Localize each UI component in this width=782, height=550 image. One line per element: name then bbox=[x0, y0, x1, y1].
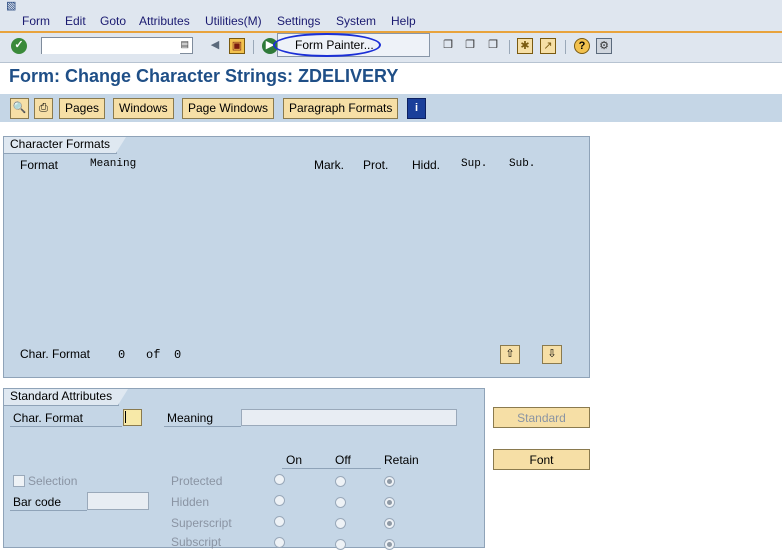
menu-goto[interactable]: Goto bbox=[100, 14, 126, 28]
find-icon[interactable]: ❐ bbox=[462, 38, 478, 54]
copy-page-icon[interactable]: ❐ bbox=[440, 38, 456, 54]
label-underline bbox=[164, 426, 241, 427]
col-meaning: Meaning bbox=[90, 158, 137, 170]
menu-utilities[interactable]: Utilities(M) bbox=[205, 14, 262, 28]
display-icon[interactable]: 🔍 bbox=[10, 98, 29, 119]
save-icon[interactable]: ▣ bbox=[229, 38, 245, 54]
print-icon[interactable]: ⎙ bbox=[34, 98, 53, 119]
protected-off-radio bbox=[335, 476, 346, 487]
hidden-retain-radio bbox=[384, 497, 395, 508]
menu-form[interactable]: Form bbox=[22, 14, 50, 28]
label-underline bbox=[10, 510, 87, 511]
char-format-total: 0 bbox=[174, 348, 182, 362]
create-session-icon[interactable]: ↗ bbox=[540, 38, 556, 54]
subscript-on-radio bbox=[274, 537, 285, 548]
pages-button[interactable]: Pages bbox=[59, 98, 106, 119]
command-input[interactable] bbox=[42, 38, 180, 54]
subscript-off-radio bbox=[335, 539, 346, 550]
retain-header: Retain bbox=[384, 453, 419, 467]
command-field[interactable]: ▤ bbox=[41, 37, 193, 54]
superscript-on-radio bbox=[274, 516, 285, 527]
subscript-retain-radio bbox=[384, 539, 395, 550]
back-arrow-icon[interactable]: ◀ bbox=[207, 38, 223, 54]
superscript-retain-radio bbox=[384, 518, 395, 529]
subscript-label: Subscript bbox=[171, 535, 222, 549]
meaning-label: Meaning bbox=[167, 411, 214, 425]
toolbar-separator bbox=[253, 40, 254, 54]
protected-label: Protected bbox=[171, 474, 223, 488]
superscript-off-radio bbox=[335, 518, 346, 529]
menu-bar: ▧ Form Edit Goto Attributes Utilities(M)… bbox=[0, 0, 782, 31]
barcode-input bbox=[87, 492, 149, 510]
hidden-label: Hidden bbox=[171, 495, 210, 509]
layout-icon[interactable]: ✱ bbox=[517, 38, 533, 54]
menu-edit[interactable]: Edit bbox=[65, 14, 86, 28]
selection-checkbox bbox=[13, 475, 25, 487]
col-sup: Sup. bbox=[461, 158, 488, 170]
command-history-icon[interactable]: ▤ bbox=[180, 39, 189, 50]
character-formats-group: Character Formats bbox=[3, 136, 590, 378]
header-underline bbox=[282, 468, 381, 469]
info-icon[interactable]: i bbox=[407, 98, 426, 119]
on-header: On bbox=[286, 453, 303, 467]
scroll-up-icon[interactable]: ⇧ bbox=[500, 345, 520, 364]
paragraph-formats-button[interactable]: Paragraph Formats bbox=[283, 98, 399, 119]
selection-label: Selection bbox=[28, 474, 78, 488]
label-underline bbox=[10, 426, 122, 427]
col-prot: Prot. bbox=[363, 158, 389, 172]
help-icon[interactable]: ? bbox=[574, 38, 590, 54]
scroll-down-icon[interactable]: ⇩ bbox=[542, 345, 562, 364]
char-format-label: Char. Format bbox=[13, 411, 84, 425]
text-cursor bbox=[125, 411, 126, 423]
toolbar-separator bbox=[565, 40, 566, 54]
settings-dropdown: Form Painter... bbox=[277, 33, 430, 57]
char-format-current: 0 bbox=[118, 348, 126, 362]
page-windows-button[interactable]: Page Windows bbox=[182, 98, 275, 119]
system-menu-icon[interactable]: ▧ bbox=[6, 1, 19, 12]
char-format-of: of bbox=[146, 348, 161, 362]
toolbar-separator bbox=[509, 40, 510, 54]
enter-icon[interactable]: ✓ bbox=[11, 38, 27, 54]
standard-attributes-title: Standard Attributes bbox=[4, 389, 129, 406]
forward-icon[interactable]: ▶ bbox=[262, 38, 278, 54]
col-format: Format bbox=[20, 158, 59, 172]
col-hidd: Hidd. bbox=[412, 158, 441, 172]
font-button[interactable]: Font bbox=[493, 449, 590, 470]
menu-system[interactable]: System bbox=[336, 14, 376, 28]
menu-attributes[interactable]: Attributes bbox=[139, 14, 190, 28]
menu-settings[interactable]: Settings bbox=[277, 14, 320, 28]
menu-help[interactable]: Help bbox=[391, 14, 416, 28]
protected-retain-radio bbox=[384, 476, 395, 487]
barcode-label: Bar code bbox=[13, 495, 62, 509]
char-format-counter-label: Char. Format bbox=[20, 347, 91, 361]
col-sub: Sub. bbox=[509, 158, 536, 170]
character-formats-title: Character Formats bbox=[4, 137, 127, 154]
off-header: Off bbox=[335, 453, 351, 467]
superscript-label: Superscript bbox=[171, 516, 232, 530]
settings-icon[interactable]: ⚙ bbox=[596, 38, 612, 54]
menu-item-form-painter[interactable]: Form Painter... bbox=[295, 38, 374, 52]
hidden-on-radio bbox=[274, 495, 285, 506]
page-title: Form: Change Character Strings: ZDELIVER… bbox=[9, 66, 399, 86]
meaning-input bbox=[241, 409, 457, 426]
standard-button[interactable]: Standard bbox=[493, 407, 590, 428]
col-mark: Mark. bbox=[314, 158, 344, 172]
find-next-icon[interactable]: ❐ bbox=[485, 38, 501, 54]
hidden-off-radio bbox=[335, 497, 346, 508]
protected-on-radio bbox=[274, 474, 285, 485]
windows-button[interactable]: Windows bbox=[113, 98, 174, 119]
